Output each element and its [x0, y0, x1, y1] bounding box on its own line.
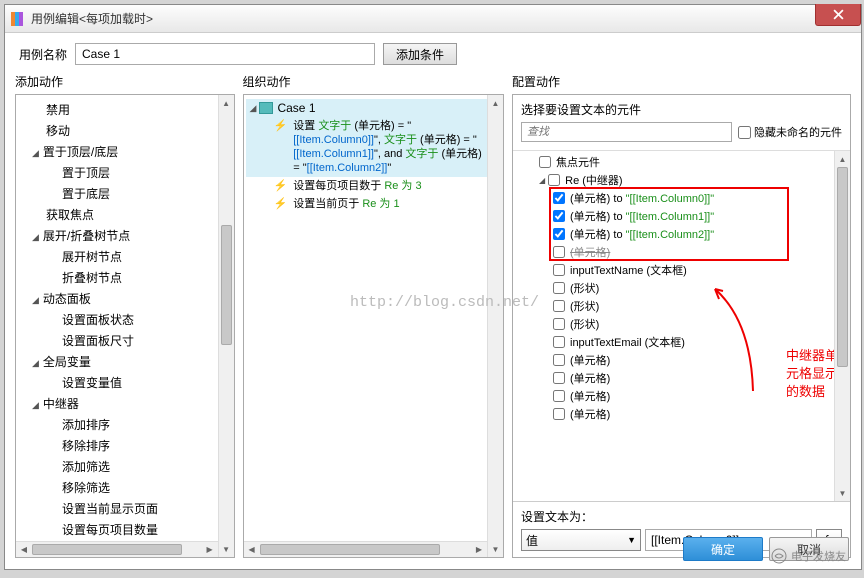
- widget-item[interactable]: Re (中继器): [513, 171, 850, 189]
- titlebar: 用例编辑<每项加载时>: [5, 5, 861, 33]
- value-type-select[interactable]: 值▼: [521, 529, 641, 551]
- widget-item[interactable]: inputTextName (文本框): [513, 261, 850, 279]
- add-action-label: 添加动作: [15, 73, 235, 90]
- widget-item[interactable]: (形状): [513, 315, 850, 333]
- window-title: 用例编辑<每项加载时>: [31, 10, 153, 27]
- widget-item[interactable]: (单元格) to "[[Item.Column1]]": [513, 207, 850, 225]
- set-text-as-label: 设置文本为：: [521, 508, 842, 525]
- tree-item[interactable]: 获取焦点: [16, 204, 218, 225]
- tree-item[interactable]: 设置当前显示页面: [16, 498, 218, 519]
- tree-item[interactable]: 设置变量值: [16, 372, 218, 393]
- dialog-window: 用例编辑<每项加载时> 用例名称 添加条件 添加动作 禁用移动置于顶层/底层置于…: [4, 4, 862, 570]
- app-icon: [11, 12, 25, 26]
- scrollbar-vertical[interactable]: ▲ ▼: [218, 95, 234, 557]
- tree-item[interactable]: 设置每页项目数量: [16, 519, 218, 540]
- case-name-row: 用例名称 添加条件: [5, 33, 861, 73]
- add-action-panel: 禁用移动置于顶层/底层置于顶层置于底层获取焦点展开/折叠树节点展开树节点折叠树节…: [15, 94, 235, 558]
- tree-item[interactable]: 设置面板状态: [16, 309, 218, 330]
- tree-item[interactable]: 展开树节点: [16, 246, 218, 267]
- case-name-label: 用例名称: [19, 46, 67, 63]
- widget-item[interactable]: (形状): [513, 297, 850, 315]
- widget-item[interactable]: (单元格) to "[[Item.Column2]]": [513, 225, 850, 243]
- scrollbar-horizontal[interactable]: ◀ ▶: [244, 541, 487, 557]
- scrollbar-horizontal[interactable]: ◀ ▶: [16, 541, 218, 557]
- tree-item[interactable]: 移动: [16, 120, 218, 141]
- action-row[interactable]: ⚡设置 文字于 (单元格) = "[[Item.Column0]]", 文字于 …: [246, 117, 487, 177]
- case-name-input[interactable]: [75, 43, 375, 65]
- action-row[interactable]: ⚡设置当前页于 Re 为 1: [246, 195, 487, 213]
- tree-item[interactable]: 折叠树节点: [16, 267, 218, 288]
- scrollbar-vertical[interactable]: ▲ ▼: [834, 151, 850, 501]
- widget-item[interactable]: (单元格): [513, 405, 850, 423]
- tree-item[interactable]: 全局变量: [16, 351, 218, 372]
- tree-item[interactable]: 设置面板尺寸: [16, 330, 218, 351]
- tree-item[interactable]: 移除排序: [16, 435, 218, 456]
- organize-action-label: 组织动作: [243, 73, 504, 90]
- widget-item[interactable]: 焦点元件: [513, 153, 850, 171]
- organize-action-panel: ◢Case 1⚡设置 文字于 (单元格) = "[[Item.Column0]]…: [243, 94, 504, 558]
- widget-item[interactable]: (单元格) to "[[Item.Column0]]": [513, 189, 850, 207]
- scrollbar-vertical[interactable]: ▲▼: [487, 95, 503, 557]
- case-row[interactable]: ◢Case 1: [246, 99, 487, 117]
- tree-item[interactable]: 动态面板: [16, 288, 218, 309]
- close-button[interactable]: [815, 4, 861, 26]
- search-input[interactable]: [521, 122, 732, 142]
- tree-item[interactable]: 置于顶层: [16, 162, 218, 183]
- tree-item[interactable]: 添加筛选: [16, 456, 218, 477]
- tree-item[interactable]: 添加排序: [16, 414, 218, 435]
- widget-item[interactable]: (单元格): [513, 243, 850, 261]
- tree-item[interactable]: 展开/折叠树节点: [16, 225, 218, 246]
- configure-action-panel: 选择要设置文本的元件 隐藏未命名的元件 焦点元件 Re (中继器) (单元格) …: [512, 94, 851, 558]
- add-condition-button[interactable]: 添加条件: [383, 43, 457, 65]
- action-row[interactable]: ⚡设置每页项目数于 Re 为 3: [246, 177, 487, 195]
- widget-item[interactable]: (形状): [513, 279, 850, 297]
- tree-item[interactable]: 移除筛选: [16, 477, 218, 498]
- tree-item[interactable]: 禁用: [16, 99, 218, 120]
- cancel-button[interactable]: 取消: [769, 537, 849, 561]
- tree-item[interactable]: 置于底层: [16, 183, 218, 204]
- configure-action-label: 配置动作: [512, 73, 851, 90]
- ok-button[interactable]: 确定: [683, 537, 763, 561]
- hide-unnamed-checkbox[interactable]: 隐藏未命名的元件: [738, 124, 842, 140]
- tree-item[interactable]: 中继器: [16, 393, 218, 414]
- select-widget-label: 选择要设置文本的元件: [521, 101, 842, 118]
- tree-item[interactable]: 置于顶层/底层: [16, 141, 218, 162]
